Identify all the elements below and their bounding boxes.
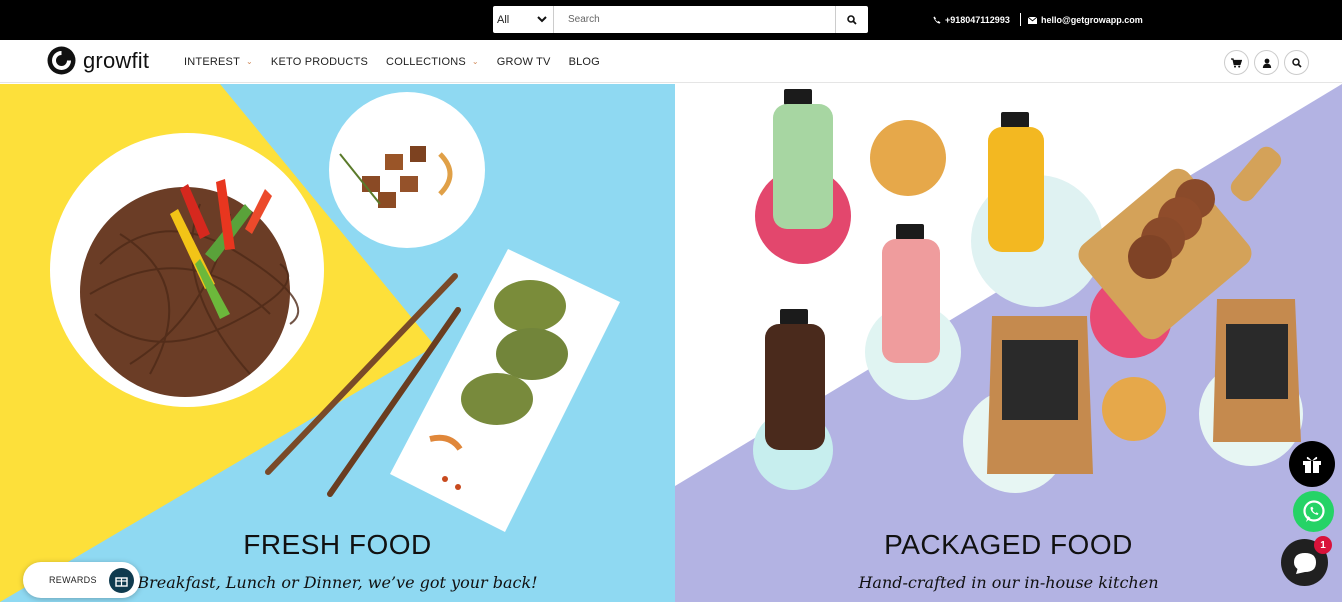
flour-pack-1: [987, 316, 1093, 474]
chevron-down-icon: ⌄: [471, 57, 479, 66]
cart-button[interactable]: [1224, 50, 1249, 75]
nav-item-keto-products[interactable]: KETO PRODUCTS: [271, 56, 368, 68]
top-bar: All +918047112993 hello@getgrowapp.com: [0, 0, 1342, 40]
gift-icon: [115, 577, 128, 587]
gift-button[interactable]: [1289, 441, 1335, 487]
nav-item-blog[interactable]: BLOG: [569, 56, 600, 68]
fresh-food-title: FRESH FOOD: [243, 529, 432, 560]
email-link[interactable]: hello@getgrowapp.com: [1028, 0, 1143, 40]
email-address: hello@getgrowapp.com: [1041, 15, 1143, 25]
growfit-logo-icon: [47, 46, 76, 75]
phone-icon: [933, 16, 941, 24]
rewards-icon: [109, 568, 134, 593]
noodle-plate: [50, 133, 324, 407]
envelope-icon: [1028, 16, 1037, 24]
rewards-label: REWARDS: [49, 575, 97, 585]
search-icon: [847, 14, 857, 25]
chat-notification-badge: 1: [1314, 536, 1332, 554]
nav-item-collections[interactable]: COLLECTIONS ⌄: [386, 56, 479, 68]
nav-item-label: BLOG: [568, 55, 600, 68]
logo-text: growfit: [83, 47, 150, 73]
rewards-launcher[interactable]: REWARDS: [23, 562, 140, 598]
bottle-yellow: [988, 112, 1044, 252]
fresh-food-banner[interactable]: FRESH FOOD Breakfast, Lunch or Dinner, w…: [0, 84, 675, 602]
whatsapp-icon: [1302, 499, 1325, 522]
phone-link[interactable]: +918047112993: [933, 0, 1010, 40]
nav-menu: INTEREST ⌄ KETO PRODUCTS COLLECTIONS ⌄ G…: [184, 40, 618, 83]
nav-item-label: KETO PRODUCTS: [270, 55, 369, 68]
header-actions: [1224, 50, 1314, 75]
packaged-food-artwork: [675, 84, 1342, 602]
bottle-green: [773, 89, 833, 229]
contact-divider: [1020, 13, 1021, 26]
packaged-food-subtitle: Hand-crafted in our in-house kitchen: [858, 573, 1159, 592]
gift-icon: [1303, 456, 1321, 473]
cart-icon: [1231, 57, 1242, 68]
nav-item-interest[interactable]: INTEREST ⌄: [184, 56, 253, 68]
account-button[interactable]: [1254, 50, 1279, 75]
search-button[interactable]: [835, 6, 868, 33]
packaged-food-banner[interactable]: PACKAGED FOOD Hand-crafted in our in-hou…: [675, 84, 1342, 602]
fresh-food-artwork: [0, 84, 675, 602]
chevron-down-icon: [537, 16, 547, 23]
search-bar: All: [493, 6, 868, 33]
chat-bubble-icon: [1293, 552, 1316, 574]
header-search-button[interactable]: [1284, 50, 1309, 75]
nav-item-label: COLLECTIONS: [386, 55, 466, 68]
user-icon: [1262, 58, 1271, 68]
chevron-down-icon: ⌄: [246, 57, 253, 66]
category-select[interactable]: All: [493, 6, 554, 33]
flour-pack-2: [1213, 299, 1301, 442]
site-logo[interactable]: growfit: [47, 46, 149, 75]
phone-number: +918047112993: [945, 15, 1010, 25]
packaged-food-title: PACKAGED FOOD: [884, 529, 1133, 560]
nav-item-label: INTEREST: [184, 55, 240, 68]
nav-item-grow-tv[interactable]: GROW TV: [497, 56, 551, 68]
bottle-chocolate: [765, 309, 825, 450]
whatsapp-button[interactable]: [1293, 491, 1334, 532]
bottle-pink: [882, 224, 940, 363]
search-input[interactable]: [554, 6, 835, 33]
main-nav: growfit INTEREST ⌄ KETO PRODUCTS COLLECT…: [0, 40, 1342, 83]
nav-item-label: GROW TV: [496, 55, 551, 68]
category-select-value: All: [497, 13, 510, 26]
tofu-plate: [329, 92, 485, 248]
search-icon: [1291, 57, 1302, 68]
